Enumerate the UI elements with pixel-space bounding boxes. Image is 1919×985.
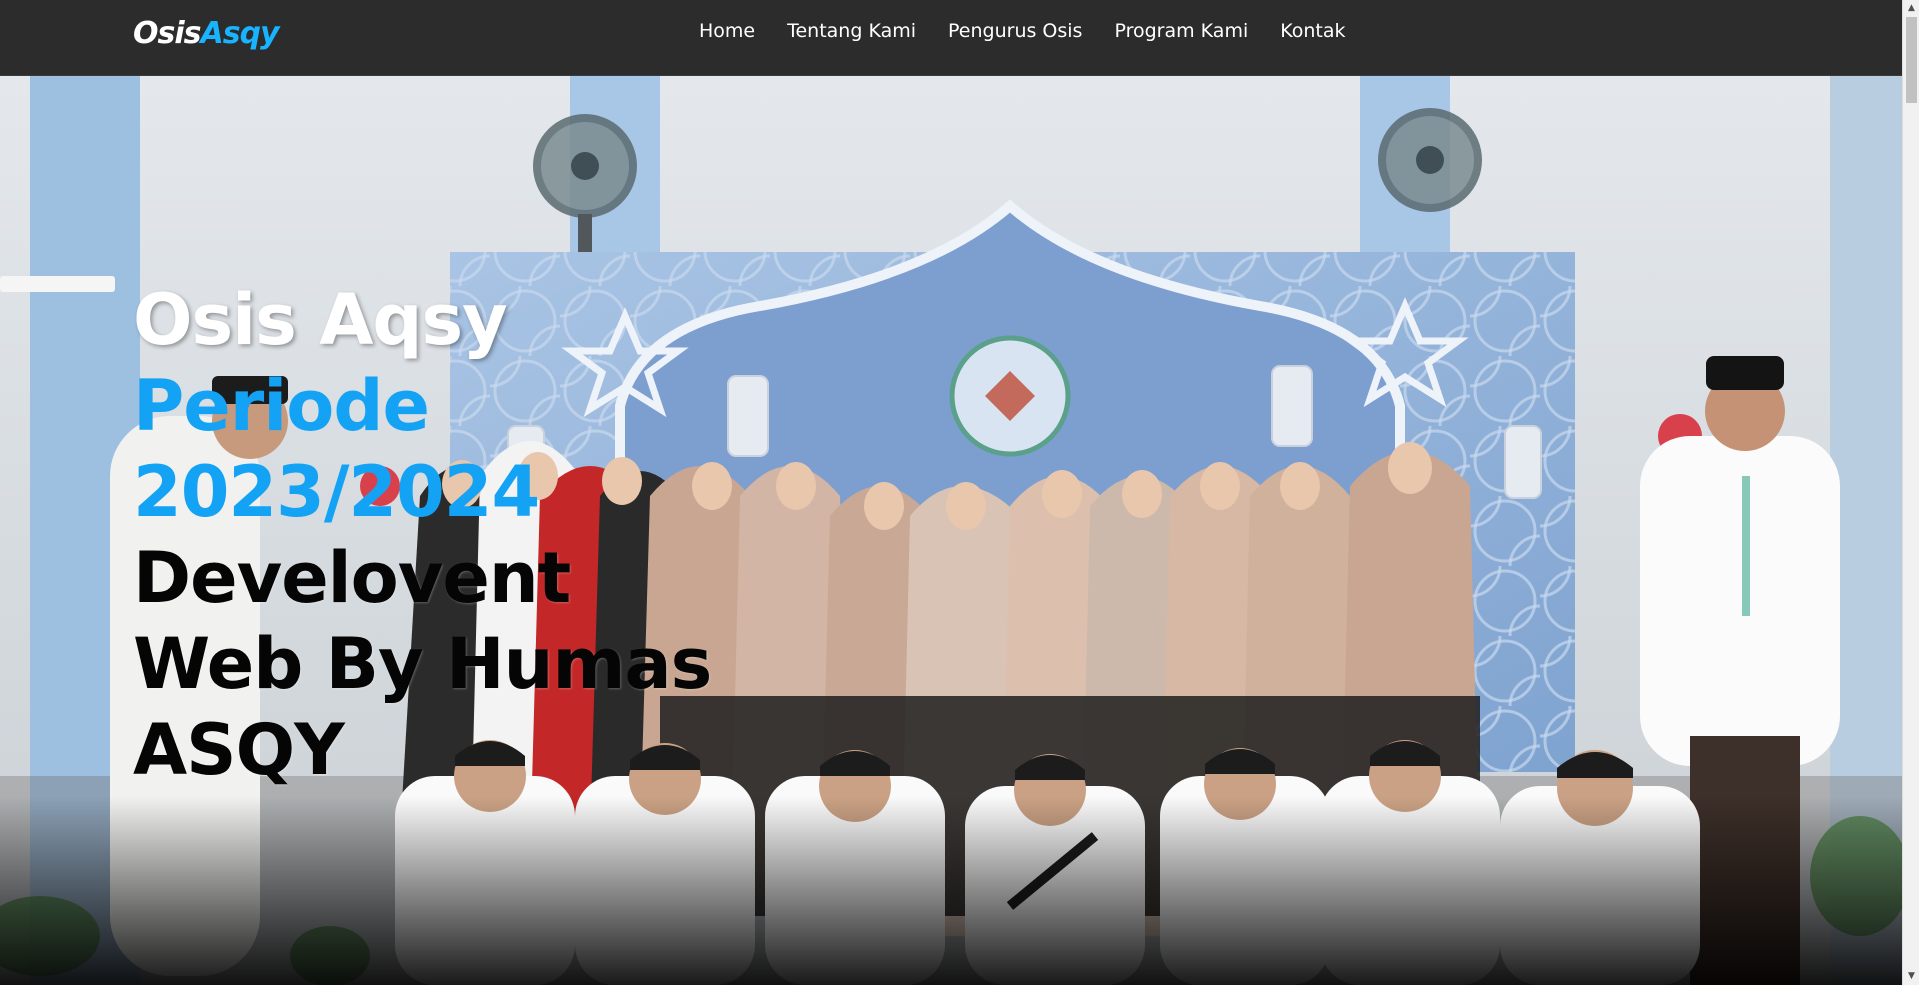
nav-item-pengurus-osis: Pengurus Osis [932,0,1098,62]
scrollbar-thumb[interactable] [1906,17,1917,103]
nav-link-program-kami[interactable]: Program Kami [1098,0,1264,62]
navbar: OsisAsqy Home Tentang Kami Pengurus Osis… [0,0,1902,76]
brand-logo-part1: Osis [133,16,201,51]
hero-heading: Osis Aqsy Periode 2023/2024 Develovent W… [133,277,753,793]
nav-item-home: Home [683,0,771,62]
brand-logo-part2: Asqy [200,16,280,51]
nav-link-pengurus-osis[interactable]: Pengurus Osis [932,0,1098,62]
nav-item-kontak: Kontak [1264,0,1361,62]
hero-title: Osis Aqsy [133,278,508,361]
nav-link-kontak[interactable]: Kontak [1264,0,1361,62]
hero-credit-line-2: Web By Humas [133,622,712,705]
hero-credit-line-3: ASQY [133,708,345,791]
triangle-down-icon[interactable]: ▼ [1903,968,1919,985]
nav-link-home[interactable]: Home [683,0,771,62]
page-scrollbar[interactable]: ▲ ▼ [1902,0,1919,985]
hero-credit-line-1: Develovent [133,536,571,619]
hero-period-label: Periode [133,364,430,447]
brand-logo[interactable]: OsisAsqy [133,14,280,54]
hero-section: Osis Aqsy Periode 2023/2024 Develovent W… [0,76,1902,985]
triangle-up-icon[interactable]: ▲ [1903,0,1919,17]
hero-period-year: 2023/2024 [133,450,540,533]
nav-item-program-kami: Program Kami [1098,0,1264,62]
nav-item-tentang-kami: Tentang Kami [771,0,932,62]
nav-menu: Home Tentang Kami Pengurus Osis Program … [683,0,1362,62]
nav-link-tentang-kami[interactable]: Tentang Kami [771,0,932,62]
